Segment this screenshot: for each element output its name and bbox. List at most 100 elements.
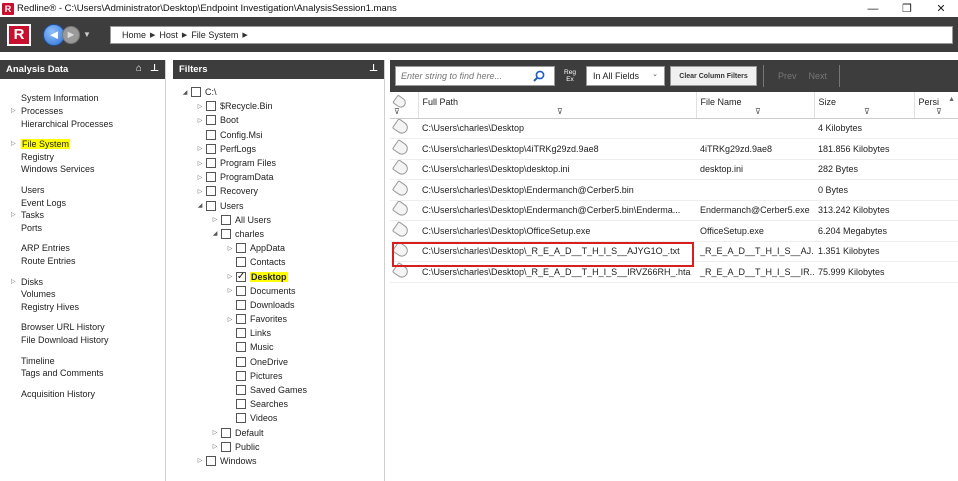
nav-item-ports[interactable]: Ports xyxy=(0,222,165,235)
tree-checkbox[interactable] xyxy=(206,143,216,154)
nav-item-browser-url-history[interactable]: Browser URL History xyxy=(0,321,165,334)
tree-node[interactable]: Searches xyxy=(173,397,384,411)
nav-item-users[interactable]: Users xyxy=(0,184,165,197)
nav-item-system-information[interactable]: System Information xyxy=(0,92,165,105)
expand-arrow-icon[interactable]: ▷ xyxy=(209,216,221,223)
tree-checkbox[interactable] xyxy=(236,314,246,325)
pin-icon[interactable]: ⊥ xyxy=(369,63,378,74)
expand-arrow-icon[interactable]: ▷ xyxy=(224,287,236,294)
column-header-size[interactable]: Size ⊽ xyxy=(814,92,915,119)
table-row[interactable]: C:\Users\charles\Desktop\4iTRKg29zd.9ae8… xyxy=(390,138,958,160)
nav-item-tasks[interactable]: ▷ Tasks xyxy=(0,209,165,222)
nav-item-acquisition-history[interactable]: Acquisition History xyxy=(0,388,165,401)
clear-column-filters-button[interactable]: Clear Column Filters xyxy=(670,66,757,86)
expand-arrow-icon[interactable]: ▷ xyxy=(11,105,16,118)
collapse-arrow-icon[interactable]: ◢ xyxy=(179,89,191,96)
tag-icon[interactable] xyxy=(391,241,411,260)
tree-node[interactable]: ▷ Program Files xyxy=(173,156,384,170)
expand-arrow-icon[interactable]: ▷ xyxy=(224,316,236,323)
tree-node[interactable]: ◢ C:\ xyxy=(173,85,384,99)
tree-node[interactable]: Links xyxy=(173,326,384,340)
nav-item-registry[interactable]: Registry xyxy=(0,151,165,164)
breadcrumb-separator-icon[interactable]: ▶ xyxy=(150,31,155,39)
tree-checkbox[interactable] xyxy=(236,299,246,310)
tree-checkbox[interactable] xyxy=(236,413,246,424)
close-button[interactable]: ✕ xyxy=(924,0,958,17)
nav-item-registry-hives[interactable]: Registry Hives xyxy=(0,301,165,314)
breadcrumb-item[interactable]: Home xyxy=(122,30,146,40)
nav-item-file-system[interactable]: ▷ File System xyxy=(0,138,165,151)
regex-toggle[interactable]: Reg Ex xyxy=(560,69,580,83)
expand-arrow-icon[interactable]: ▷ xyxy=(209,443,221,450)
tree-checkbox[interactable]: ✓ xyxy=(236,271,246,282)
tag-cell[interactable] xyxy=(390,220,418,242)
tree-checkbox[interactable] xyxy=(206,186,216,197)
search-input[interactable] xyxy=(401,71,533,81)
tag-cell[interactable] xyxy=(390,118,418,139)
tree-checkbox[interactable] xyxy=(236,370,246,381)
breadcrumb-item[interactable]: File System xyxy=(191,30,238,40)
tree-node[interactable]: ▷ ProgramData xyxy=(173,170,384,184)
expand-arrow-icon[interactable]: ▷ xyxy=(224,245,236,252)
tag-icon[interactable] xyxy=(391,261,411,280)
tag-cell[interactable] xyxy=(390,200,418,221)
prev-button[interactable]: Prev xyxy=(772,71,803,81)
filter-icon[interactable]: ⊽ xyxy=(394,107,400,116)
expand-arrow-icon[interactable]: ▷ xyxy=(194,145,206,152)
tree-checkbox[interactable] xyxy=(206,455,216,466)
tag-cell[interactable] xyxy=(390,159,418,180)
nav-item-windows-services[interactable]: Windows Services xyxy=(0,163,165,176)
history-dropdown-icon[interactable]: ▼ xyxy=(83,30,91,39)
tag-cell[interactable] xyxy=(390,138,418,160)
tree-checkbox[interactable] xyxy=(206,158,216,169)
expand-arrow-icon[interactable]: ▷ xyxy=(11,276,16,289)
tree-node[interactable]: ▷ Boot xyxy=(173,113,384,127)
minimize-button[interactable]: — xyxy=(856,0,890,17)
tag-column-header[interactable]: ⊽ xyxy=(390,92,419,119)
scroll-up-icon[interactable]: ▲ xyxy=(948,96,955,103)
tree-checkbox[interactable] xyxy=(206,129,216,140)
tree-checkbox[interactable] xyxy=(221,427,231,438)
tree-node[interactable]: Pictures xyxy=(173,369,384,383)
expand-arrow-icon[interactable]: ▷ xyxy=(11,138,16,151)
tree-checkbox[interactable] xyxy=(236,257,246,268)
tag-cell[interactable] xyxy=(390,179,418,201)
tree-node[interactable]: ▷ All Users xyxy=(173,213,384,227)
filter-icon[interactable]: ⊽ xyxy=(936,107,942,116)
column-header-file-name[interactable]: File Name ⊽ xyxy=(696,92,815,119)
home-icon[interactable]: ⌂ xyxy=(136,63,142,74)
nav-item-hierarchical-processes[interactable]: Hierarchical Processes xyxy=(0,118,165,131)
tree-checkbox[interactable] xyxy=(236,328,246,339)
tree-node[interactable]: ▷ Default xyxy=(173,426,384,440)
tree-node[interactable]: OneDrive xyxy=(173,355,384,369)
tree-checkbox[interactable] xyxy=(236,356,246,367)
tree-node[interactable]: Contacts xyxy=(173,255,384,269)
nav-item-file-download-history[interactable]: File Download History xyxy=(0,334,165,347)
tree-checkbox[interactable] xyxy=(206,200,216,211)
tree-checkbox[interactable] xyxy=(206,101,216,112)
filter-icon[interactable]: ⊽ xyxy=(864,107,870,116)
tree-checkbox[interactable] xyxy=(221,214,231,225)
expand-arrow-icon[interactable]: ▷ xyxy=(194,160,206,167)
tag-icon[interactable] xyxy=(391,118,411,137)
tag-icon[interactable] xyxy=(391,138,411,157)
expand-arrow-icon[interactable]: ▷ xyxy=(209,429,221,436)
nav-item-route-entries[interactable]: Route Entries xyxy=(0,255,165,268)
table-row[interactable]: C:\Users\charles\Desktop\OfficeSetup.exe… xyxy=(390,220,958,242)
nav-item-tags-and-comments[interactable]: Tags and Comments xyxy=(0,367,165,380)
tree-node[interactable]: ▷ ✓ Desktop xyxy=(173,269,384,283)
tag-icon[interactable] xyxy=(391,159,411,178)
tree-checkbox[interactable] xyxy=(221,228,231,239)
redline-logo-icon[interactable]: R xyxy=(7,23,31,46)
expand-arrow-icon[interactable]: ▷ xyxy=(194,188,206,195)
breadcrumb-item[interactable]: Host xyxy=(159,30,178,40)
tree-node[interactable]: Saved Games xyxy=(173,383,384,397)
tree-node[interactable]: ▷ $Recycle.Bin xyxy=(173,99,384,113)
nav-item-disks[interactable]: ▷ Disks xyxy=(0,276,165,289)
tree-node[interactable]: ▷ Windows xyxy=(173,454,384,468)
tree-node[interactable]: Videos xyxy=(173,411,384,425)
tree-checkbox[interactable] xyxy=(206,172,216,183)
tag-icon[interactable] xyxy=(391,179,411,198)
nav-item-arp-entries[interactable]: ARP Entries xyxy=(0,242,165,255)
expand-arrow-icon[interactable]: ▷ xyxy=(11,209,16,222)
